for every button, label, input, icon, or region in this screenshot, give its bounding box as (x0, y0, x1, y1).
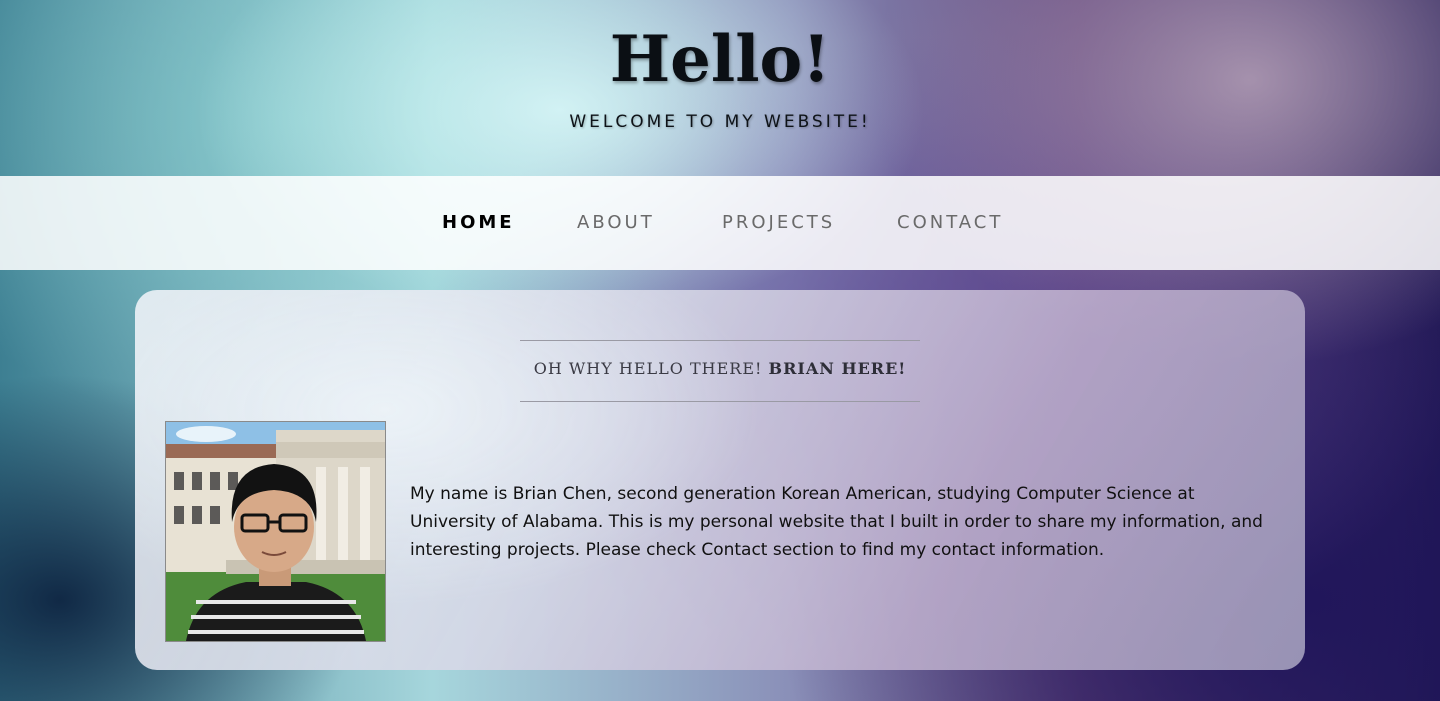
nav-item-home[interactable]: HOME (442, 212, 515, 233)
nav-item-contact[interactable]: CONTACT (897, 212, 1003, 233)
intro-heading-box: OH WHY HELLO THERE! BRIAN HERE! (520, 340, 920, 402)
main-nav: HOME ABOUT PROJECTS CONTACT (0, 176, 1440, 270)
page-subtitle: WELCOME TO MY WEBSITE! (569, 112, 871, 132)
intro-heading: OH WHY HELLO THERE! BRIAN HERE! (520, 359, 920, 378)
bio-text: My name is Brian Chen, second generation… (410, 484, 1263, 560)
intro-heading-prefix: OH WHY HELLO THERE! (533, 359, 769, 378)
profile-photo (165, 421, 386, 642)
intro-heading-name: BRIAN HERE! (768, 359, 907, 378)
page-title: Hello! (609, 22, 831, 97)
intro-card: OH WHY HELLO THERE! BRIAN HERE! My name … (135, 290, 1305, 670)
nav-item-about[interactable]: ABOUT (577, 212, 655, 233)
nav-item-projects[interactable]: PROJECTS (722, 212, 835, 233)
site-header: Hello! WELCOME TO MY WEBSITE! (0, 0, 1440, 176)
profile-photo-image (166, 422, 385, 641)
